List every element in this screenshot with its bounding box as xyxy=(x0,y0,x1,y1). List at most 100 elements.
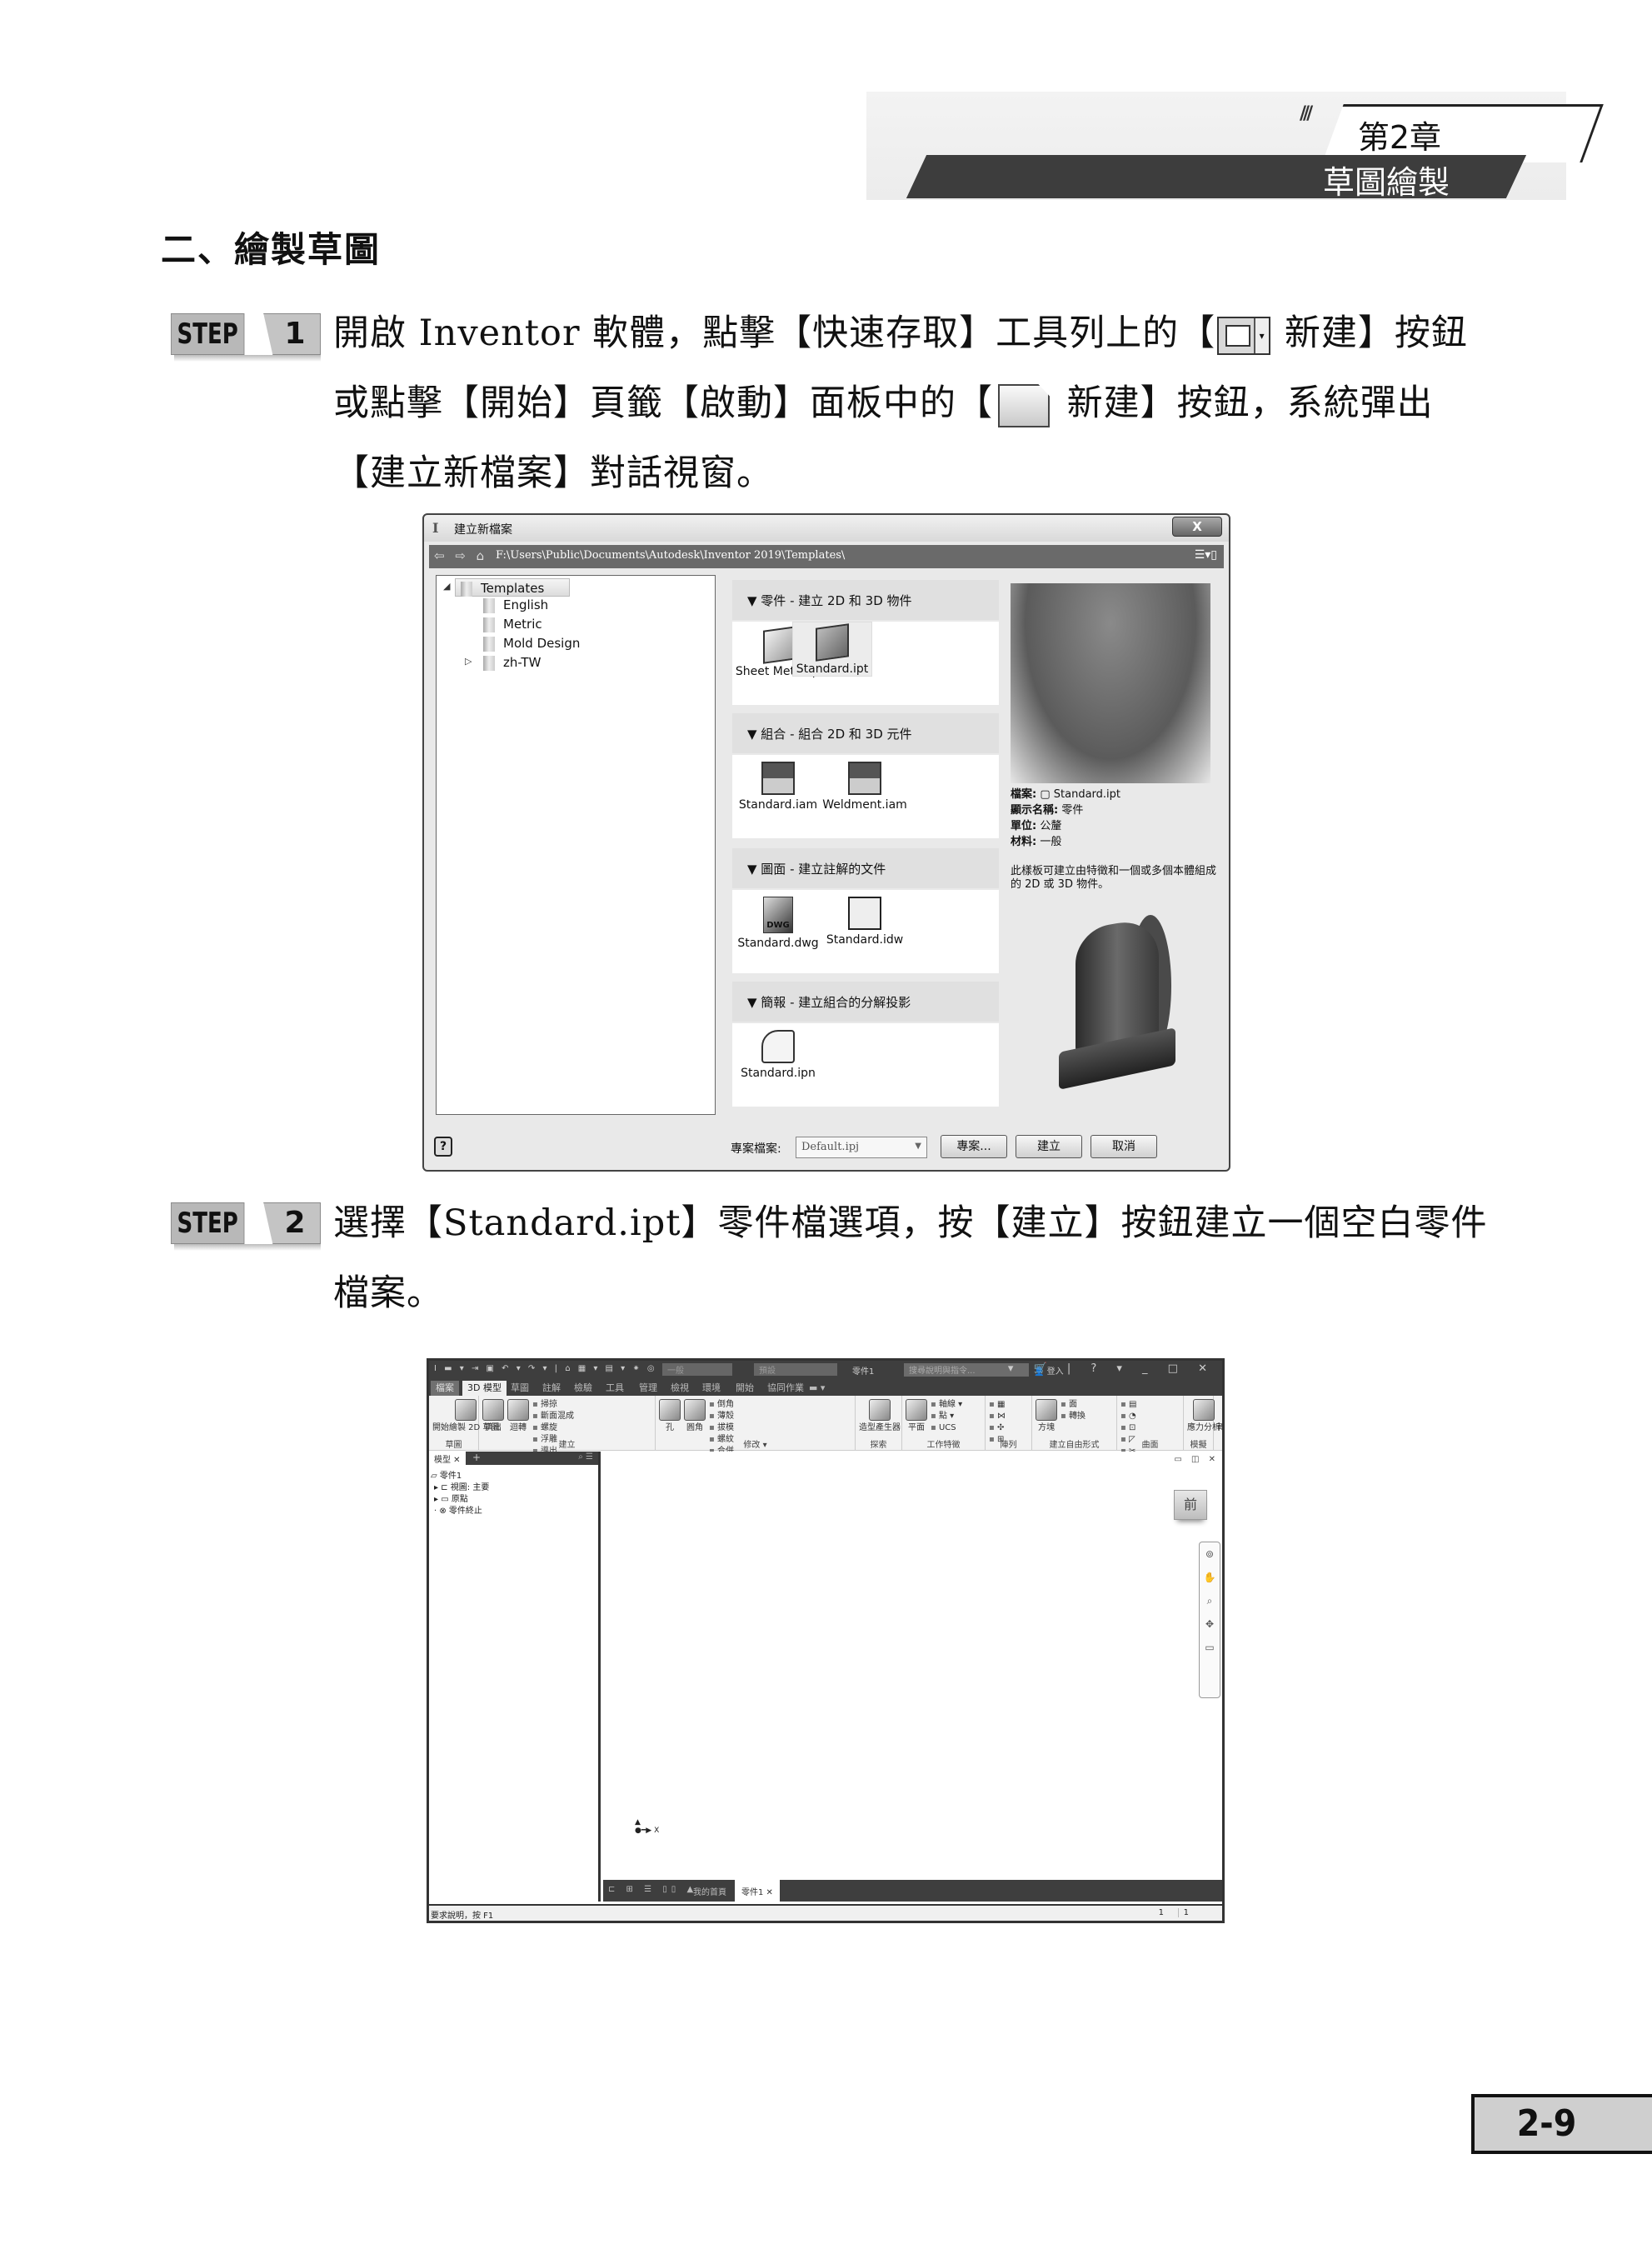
pan-icon[interactable]: ✋ xyxy=(1200,1566,1220,1589)
material-combo[interactable]: 一般 xyxy=(662,1363,732,1376)
ribbon-button[interactable]: 轉換為鈑金 xyxy=(1217,1399,1222,1434)
project-file-select[interactable]: Default.ipj ▼ xyxy=(796,1137,927,1158)
category-assembly[interactable]: ▼ 組合 - 組合 2D 和 3D 元件 xyxy=(732,713,999,753)
tab-my-home[interactable]: 我的首頁 xyxy=(693,1885,726,1897)
zoom-icon[interactable]: ⌕ xyxy=(1200,1589,1220,1612)
tab-part1[interactable]: 零件1 ✕ xyxy=(735,1880,780,1902)
ribbon-small-button[interactable]: ◔ xyxy=(1120,1411,1136,1422)
viewcube[interactable]: 前 xyxy=(1174,1490,1207,1520)
template-standard-dwg[interactable]: DWG Standard.dwg xyxy=(732,893,824,950)
ribbon-button[interactable]: 平面 xyxy=(906,1399,927,1434)
browser-node-end-of-part[interactable]: · ⊗ 零件終止 xyxy=(434,1503,482,1516)
tree-item-metric[interactable]: Metric xyxy=(483,615,542,633)
page-number: 2-9 xyxy=(1471,2094,1652,2154)
ribbon-tab[interactable]: 協同作業 xyxy=(762,1381,809,1396)
ribbon-small-button[interactable]: 掃掠 xyxy=(532,1399,574,1411)
orbit-icon[interactable]: ✥ xyxy=(1200,1612,1220,1636)
ribbon-small-button[interactable]: 點 ▾ xyxy=(931,1411,962,1422)
ribbon-tab[interactable]: 管理 xyxy=(634,1381,662,1396)
template-standard-iam[interactable]: Standard.iam xyxy=(732,758,824,812)
appearance-combo[interactable]: 預設 xyxy=(754,1363,837,1376)
category-presentation[interactable]: ▼ 簡報 - 建立組合的分解投影 xyxy=(732,982,999,1022)
collapsed-arrow-icon[interactable]: ▷ xyxy=(465,656,472,667)
help-button[interactable]: ? xyxy=(434,1137,452,1157)
inventor-app-icon: I xyxy=(432,520,439,536)
close-button[interactable]: X xyxy=(1172,517,1222,537)
ribbon-small-button[interactable]: ✣ xyxy=(989,1422,1006,1434)
ribbon-small-button[interactable]: 薄殼 xyxy=(709,1411,753,1422)
ribbon-small-button[interactable]: 轉換 xyxy=(1061,1411,1086,1422)
ribbon-small-button[interactable]: 軸線 ▾ xyxy=(931,1399,962,1411)
tree-item-mold-design[interactable]: Mold Design xyxy=(483,634,580,652)
layout-icons[interactable]: ⊏ ⊞ ☰ ▯▯ ▲ xyxy=(608,1885,697,1894)
cancel-button[interactable]: 取消 xyxy=(1091,1135,1157,1158)
ribbon-group-label: 陣列 xyxy=(1000,1441,1017,1450)
ribbon-button[interactable]: 孔 xyxy=(659,1399,681,1434)
ribbon-small-button[interactable]: 斷面混成 xyxy=(532,1411,574,1422)
back-forward-home-icons[interactable]: ⇦ ⇨ ⌂ xyxy=(434,548,487,563)
qat-buttons[interactable]: I ▬ ▾ ⇥ ▣ ↶ ▾ ↷ ▾ | ⌂ ▦ ▾ ▤ ▾ ⁕ ◎ xyxy=(434,1364,657,1373)
drawing-templates: DWG Standard.dwg Standard.idw xyxy=(732,890,999,973)
ribbon-tab[interactable]: 草圖 xyxy=(506,1381,534,1396)
ribbon-small-button[interactable]: ▦ xyxy=(989,1399,1006,1411)
template-standard-idw[interactable]: Standard.idw xyxy=(819,893,911,947)
template-standard-ipt[interactable]: Standard.ipt xyxy=(792,622,872,677)
tree-item-zh-tw[interactable]: zh-TW xyxy=(483,653,541,672)
template-description: 此樣板可建立由特徵和一個或多個本體組成的 2D 或 3D 物件。 xyxy=(1011,865,1217,891)
tree-item-templates[interactable]: Templates xyxy=(455,578,571,597)
browser-search-menu-icons[interactable]: ⌕ ☰ xyxy=(578,1452,593,1462)
ribbon-tab[interactable]: 註解 xyxy=(537,1381,566,1396)
template-standard-ipn[interactable]: Standard.ipn xyxy=(732,1027,824,1080)
ribbon-tab[interactable]: 環境 xyxy=(697,1381,726,1396)
category-part[interactable]: ▼ 零件 - 建立 2D 和 3D 物件 xyxy=(732,580,999,620)
command-icon xyxy=(1193,1399,1215,1421)
ribbon-small-button[interactable]: 倒角 xyxy=(709,1399,753,1411)
expanded-arrow-icon[interactable]: ◢ xyxy=(443,581,450,592)
browser-node-origin[interactable]: ▸ ▭ 原點 xyxy=(434,1492,468,1504)
ribbon-group: 應力分析 模擬 xyxy=(1184,1396,1220,1451)
model-browser: 模型 ✕ + ⌕ ☰ ▱ 零件1 ▸ ⊏ 視圖: 主要 ▸ ▭ 原點 · ⊗ 零… xyxy=(429,1452,601,1902)
template-weldment-iam[interactable]: Weldment.iam xyxy=(819,758,911,812)
ribbon-tab[interactable]: 檢驗 xyxy=(569,1381,597,1396)
steering-wheel-icon[interactable]: ⊚ xyxy=(1200,1542,1220,1566)
category-drawing[interactable]: ▼ 圖面 - 建立註解的文件 xyxy=(732,848,999,888)
info-file-value: Standard.ipt xyxy=(1053,788,1121,801)
ribbon-small-button[interactable]: 拔模 xyxy=(709,1422,753,1434)
ribbon-tab[interactable]: 3D 模型 xyxy=(462,1381,507,1396)
ribbon-small-button[interactable]: 螺旋 xyxy=(532,1422,574,1434)
ribbon-small-button[interactable]: ▤ xyxy=(1120,1399,1136,1411)
ribbon-button[interactable]: 造型產生器 xyxy=(859,1399,901,1434)
section-title: 二、繪製草圖 xyxy=(161,229,382,270)
view-toggle-icon[interactable]: ☰▾▯ xyxy=(1195,548,1217,562)
part-preview-image xyxy=(1051,915,1192,1098)
window-controls[interactable]: ▾ 🛒 | ? ▾ _ □ ✕ xyxy=(1008,1362,1215,1375)
create-button[interactable]: 建立 xyxy=(1016,1135,1082,1158)
ribbon-tab[interactable]: 檢視 xyxy=(666,1381,694,1396)
ribbon-button[interactable]: 擠出 xyxy=(482,1399,504,1434)
browser-node-part[interactable]: ▱ 零件1 xyxy=(431,1468,462,1481)
ribbon-small-button[interactable]: 面 xyxy=(1061,1399,1086,1411)
viewport-window-controls[interactable]: ▭ ◫ ✕ xyxy=(1174,1455,1219,1464)
ribbon-button-label: 平面 xyxy=(908,1423,925,1432)
ribbon-tab[interactable]: 開始 xyxy=(731,1381,759,1396)
browser-tab-model[interactable]: 模型 ✕ xyxy=(429,1452,466,1465)
path-field[interactable]: F:\Users\Public\Documents\Autodesk\Inven… xyxy=(496,549,845,562)
add-browser-tab-icon[interactable]: + xyxy=(472,1452,481,1463)
browser-node-view[interactable]: ▸ ⊏ 視圖: 主要 xyxy=(434,1480,489,1492)
ribbon-small-button[interactable]: UCS xyxy=(931,1422,962,1434)
tree-item-english[interactable]: English xyxy=(483,596,548,614)
ribbon-tab[interactable]: ▬ ▾ xyxy=(804,1381,830,1396)
ribbon-button[interactable]: 迴轉 xyxy=(507,1399,529,1434)
ribbon-small-button[interactable]: ⊡ xyxy=(1120,1422,1136,1434)
ribbon-tab[interactable]: 檔案 xyxy=(431,1381,459,1396)
projects-button[interactable]: 專案... xyxy=(941,1135,1007,1158)
ribbon-group-label: 草圖 xyxy=(445,1441,462,1450)
ribbon-group: ▤◔⊡◸✂◭◑⊟⧉曲面 xyxy=(1117,1396,1184,1502)
ribbon-tab[interactable]: 工具 xyxy=(601,1381,629,1396)
ribbon-commands: 轉換為鈑金 xyxy=(1217,1399,1222,1434)
graphics-viewport[interactable]: ▭ ◫ ✕ 前 ⊚ ✋ ⌕ ✥ ▭ ▲ ●━▶ X xyxy=(603,1452,1222,1880)
ribbon-small-button[interactable]: ⋈ xyxy=(989,1411,1006,1422)
view-face-icon[interactable]: ▭ xyxy=(1200,1636,1220,1659)
ribbon-button[interactable]: 方塊 xyxy=(1036,1399,1057,1434)
ribbon-button[interactable]: 圓角 xyxy=(684,1399,706,1434)
